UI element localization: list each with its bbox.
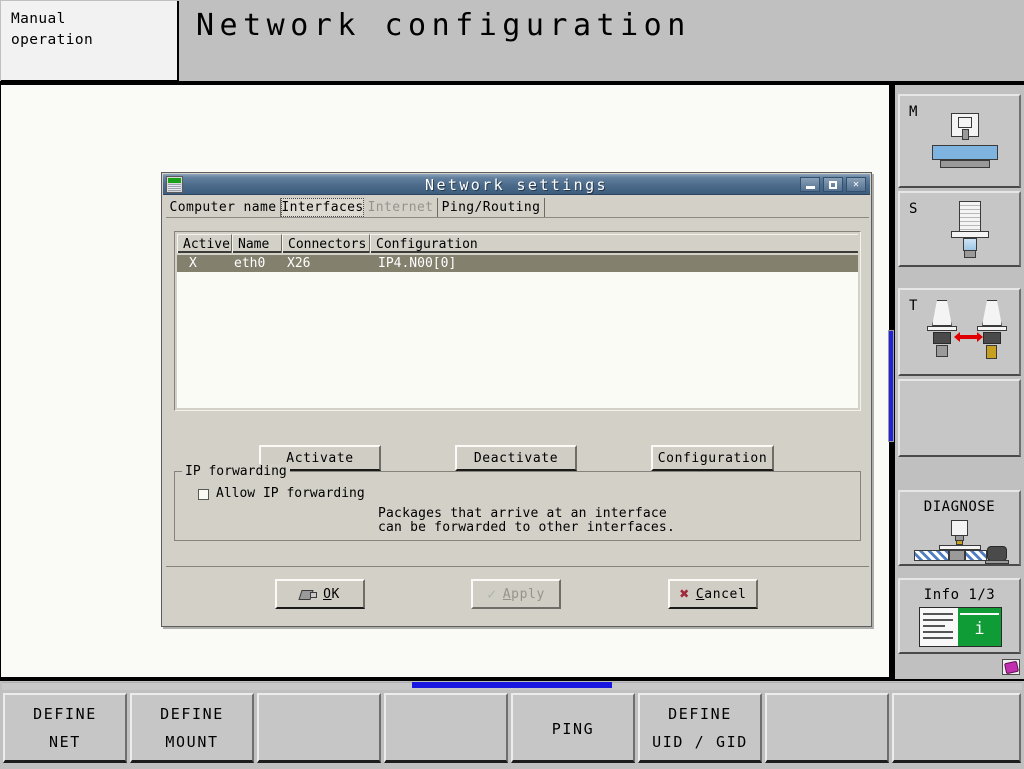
header-divider [0,81,1024,83]
softkey-empty-7[interactable] [765,693,889,763]
sidebar-item-info-label: Info 1/3 [923,587,996,603]
softkey-bar: DEFINE NET DEFINE MOUNT PING DEFINE UID … [0,681,1024,769]
softkey-define-net[interactable]: DEFINE NET [3,693,127,763]
dialog-tabstrip: Computer name Interfaces Internet Ping/R… [166,198,869,218]
ip-forwarding-hint-line2: can be forwarded to other interfaces. [378,520,675,535]
softkey-page-indicator [412,682,612,688]
softkey-line1: DEFINE [33,704,97,723]
table-row[interactable]: X eth0 X26 IP4.N00[0] [177,255,858,272]
screen: Manual operation Network configuration N… [0,0,1024,769]
interfaces-table-header: Active Name Connectors Configuration [177,234,858,253]
interfaces-list[interactable]: Active Name Connectors Configuration X e… [174,231,861,411]
configuration-button-label: Configuration [657,450,768,466]
softkey-empty-3[interactable] [257,693,381,763]
ip-forwarding-group: IP forwarding Allow IP forwarding Packag… [174,464,861,541]
apply-button: ✓ Apply [471,579,561,609]
cancel-button-rest: ancel [704,586,747,602]
tag-icon [298,588,318,601]
ok-button-label: OK [323,586,340,602]
operating-mode-line2: operation [11,32,94,48]
allow-ip-forwarding-checkbox[interactable] [198,489,209,500]
close-icon: ✕ [852,178,860,190]
apply-button-rest: pply [511,586,545,602]
right-sidebar: M S T DIAGNOSE Info 1/3 i [888,85,1024,679]
softkey-empty-8[interactable] [892,693,1021,763]
operating-mode-line1: Manual [11,11,66,27]
ok-button[interactable]: OK [275,579,365,609]
tab-label: Internet [367,200,434,215]
softkey-ping[interactable]: PING [511,693,635,763]
dialog-title: Network settings [425,176,608,194]
sidebar-item-info[interactable]: Info 1/3 i [898,578,1021,654]
softkey-line1: DEFINE [160,704,224,723]
tab-interfaces[interactable]: Interfaces [281,198,364,217]
cancel-button-label: Cancel [695,586,747,602]
deactivate-button-label: Deactivate [473,450,559,466]
tab-label: Interfaces [281,200,364,215]
cell-configuration: IP4.N00[0] [378,256,457,271]
sidebar-item-diagnose[interactable]: DIAGNOSE [898,490,1021,566]
cell-active: X [189,256,197,271]
sidebar-item-s-label: S [909,201,918,217]
column-header-configuration: Configuration [370,234,858,253]
activate-button-label: Activate [286,450,354,466]
deactivate-button[interactable]: Deactivate [455,445,577,471]
sidebar-item-t[interactable]: T [898,288,1021,376]
sidebar-item-diagnose-label: DIAGNOSE [923,499,996,515]
ok-button-rest: K [331,586,340,602]
softkey-line1: DEFINE [668,704,732,723]
softkey-line2: UID / GID [652,732,748,751]
softkey-line2: MOUNT [165,732,219,751]
tab-ping-routing[interactable]: Ping/Routing [438,198,545,217]
cancel-button[interactable]: ✖ Cancel [668,579,758,609]
sidebar-item-s[interactable]: S [898,191,1021,267]
column-header-name: Name [232,234,282,253]
operating-mode-box[interactable]: Manual operation [1,1,179,82]
sidebar-item-m-label: M [909,104,918,120]
x-icon: ✖ [679,584,690,603]
dialog-titlebar[interactable]: Network settings ✕ [163,174,870,195]
network-settings-dialog: Network settings ✕ Computer name Interfa… [161,172,872,627]
ip-forwarding-hint: Packages that arrive at an interface can… [378,507,675,535]
minimize-button[interactable] [800,177,820,192]
dialog-footer-divider [166,566,869,567]
maximize-icon [824,178,842,191]
ip-forwarding-group-title: IP forwarding [182,464,290,479]
close-button[interactable]: ✕ [846,177,866,192]
sidebar-item-m[interactable]: M [898,94,1021,188]
sidebar-item-blank[interactable] [898,379,1021,457]
apply-button-label: Apply [502,586,545,602]
tab-label: Computer name [169,200,277,215]
cell-connectors: X26 [287,256,311,271]
tab-computer-name[interactable]: Computer name [166,198,281,217]
minimize-icon [801,178,819,191]
cell-name: eth0 [234,256,266,271]
tab-label: Ping/Routing [441,200,541,215]
disk-icon[interactable] [1002,659,1020,675]
softkey-line2: NET [49,732,81,751]
allow-ip-forwarding-label: Allow IP forwarding [216,486,365,501]
column-header-connectors: Connectors [282,234,370,253]
window-controls: ✕ [800,177,866,192]
maximize-button[interactable] [823,177,843,192]
sidebar-item-t-label: T [909,298,918,314]
interfaces-table-body: X eth0 X26 IP4.N00[0] [177,255,858,408]
top-header-bar: Manual operation Network configuration [0,0,1024,83]
sidebar-scroll-indicator[interactable] [888,330,894,442]
page-title: Network configuration [196,8,691,43]
column-header-active: Active [177,234,232,253]
check-icon: ✓ [487,584,497,603]
ip-forwarding-hint-line1: Packages that arrive at an interface [378,506,667,521]
configuration-button[interactable]: Configuration [651,445,774,471]
tab-internet: Internet [364,198,438,217]
softkey-define-uid-gid[interactable]: DEFINE UID / GID [638,693,762,763]
softkey-empty-4[interactable] [384,693,508,763]
softkey-define-mount[interactable]: DEFINE MOUNT [130,693,254,763]
softkey-line2: PING [551,719,595,738]
